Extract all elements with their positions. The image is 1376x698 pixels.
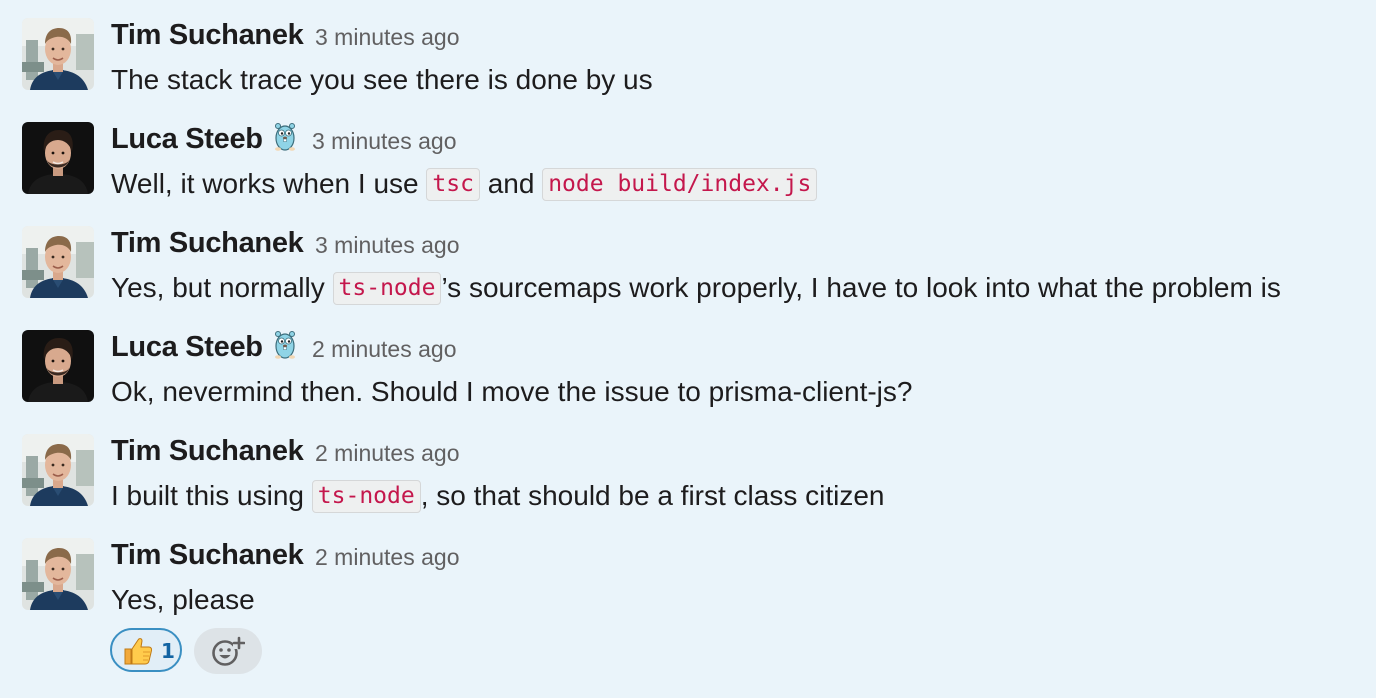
- message-author[interactable]: Tim Suchanek: [111, 538, 304, 572]
- message-text-segment: Yes, please: [111, 584, 255, 615]
- message-text-segment: Yes, but normally: [111, 272, 333, 303]
- message-timestamp[interactable]: 3 minutes ago: [315, 231, 459, 259]
- message-text-segment: Well, it works when I use: [111, 168, 427, 199]
- message-item[interactable]: Tim Suchanek 2 minutes ago Yes, please: [0, 538, 1376, 642]
- message-author[interactable]: Tim Suchanek: [111, 434, 304, 468]
- message-author[interactable]: Tim Suchanek: [111, 18, 304, 52]
- avatar-tim-suchanek[interactable]: [22, 226, 94, 298]
- message-author[interactable]: Luca Steeb: [111, 123, 263, 155]
- gopher-emoji[interactable]: [273, 122, 297, 160]
- message-item[interactable]: Tim Suchanek 2 minutes ago I built this …: [0, 434, 1376, 538]
- inline-code: ts-node: [332, 272, 442, 305]
- message-timestamp[interactable]: 2 minutes ago: [315, 543, 459, 571]
- message-feed: Tim Suchanek 3 minutes ago The stack tra…: [0, 0, 1376, 698]
- avatar-tim-suchanek[interactable]: [22, 434, 94, 506]
- message-text-segment: Ok, nevermind then. Should I move the is…: [111, 376, 913, 407]
- message-text: Yes, please: [111, 582, 255, 618]
- add-reaction-icon: [212, 636, 245, 666]
- avatar-tim-suchanek[interactable]: [22, 18, 94, 90]
- message-author[interactable]: Tim Suchanek: [111, 226, 304, 260]
- reaction-count: 1: [161, 639, 175, 663]
- inline-code: node build/index.js: [542, 168, 818, 201]
- message-timestamp[interactable]: 3 minutes ago: [312, 127, 456, 155]
- gopher-emoji[interactable]: [273, 330, 297, 368]
- message-text-segment: I built this using: [111, 480, 312, 511]
- message-item[interactable]: Tim Suchanek 3 minutes ago The stack tra…: [0, 18, 1376, 122]
- thumbs-up-icon: [122, 636, 154, 671]
- message-author-wrap: Luca Steeb: [111, 122, 297, 160]
- message-author[interactable]: Luca Steeb: [111, 331, 263, 363]
- avatar-luca-steeb[interactable]: [22, 122, 94, 194]
- message-text: I built this using ts-node, so that shou…: [111, 478, 885, 514]
- message-text: Yes, but normally ts-node’s sourcemaps w…: [111, 270, 1281, 306]
- message-text: Ok, nevermind then. Should I move the is…: [111, 374, 912, 410]
- reaction-thumbs-up[interactable]: 1: [110, 628, 182, 672]
- avatar-luca-steeb[interactable]: [22, 330, 94, 402]
- message-text-segment: The stack trace you see there is done by…: [111, 64, 653, 95]
- message-text: The stack trace you see there is done by…: [111, 62, 653, 98]
- message-author-wrap: Luca Steeb: [111, 330, 297, 368]
- message-text: Well, it works when I use tsc and node b…: [111, 166, 818, 202]
- message-text-segment: and: [479, 168, 543, 199]
- add-reaction-button[interactable]: [194, 628, 262, 674]
- avatar-tim-suchanek[interactable]: [22, 538, 94, 610]
- inline-code: ts-node: [311, 480, 421, 513]
- message-timestamp[interactable]: 2 minutes ago: [312, 335, 456, 363]
- message-item[interactable]: Luca Steeb 2 minutes ago Ok, nevermind t…: [0, 330, 1376, 434]
- message-item[interactable]: Tim Suchanek 3 minutes ago Yes, but norm…: [0, 226, 1376, 330]
- message-timestamp[interactable]: 3 minutes ago: [315, 23, 459, 51]
- message-item[interactable]: Luca Steeb 3 minutes ago Well, it works …: [0, 122, 1376, 226]
- message-text-segment: ’s sourcemaps work properly, I have to l…: [441, 272, 1281, 303]
- message-timestamp[interactable]: 2 minutes ago: [315, 439, 459, 467]
- message-text-segment: , so that should be a first class citize…: [420, 480, 885, 511]
- inline-code: tsc: [426, 168, 480, 201]
